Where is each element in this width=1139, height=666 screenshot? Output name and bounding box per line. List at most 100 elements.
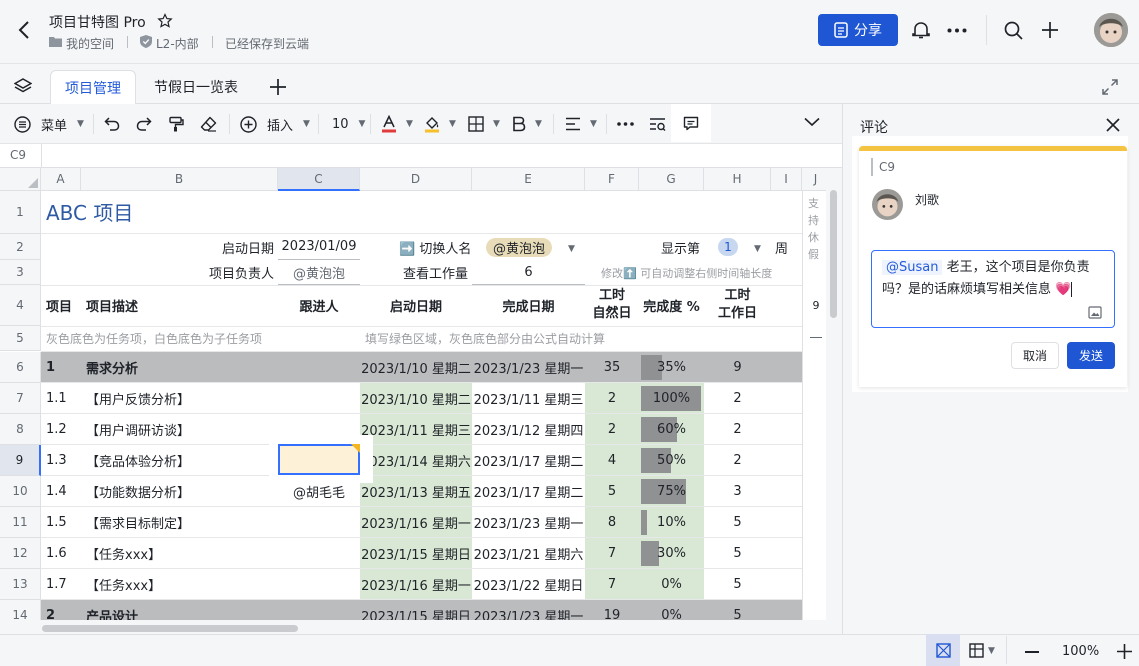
task-start-date[interactable]: 2023/1/15 星期日 xyxy=(360,538,472,569)
task-id[interactable]: 1.6 xyxy=(46,538,81,569)
formula-bar[interactable] xyxy=(0,144,842,168)
progress-label[interactable]: 50% xyxy=(639,445,704,476)
task-description[interactable]: 产品设计 xyxy=(86,600,276,620)
task-follower[interactable] xyxy=(278,569,360,600)
cell-reference[interactable]: C9 xyxy=(10,148,26,162)
progress-label[interactable]: 30% xyxy=(639,538,704,569)
task-description[interactable]: 需求分析 xyxy=(86,352,276,383)
menu-button[interactable]: 菜单 ▼ xyxy=(14,108,84,140)
task-start-date[interactable]: 2023/1/11 星期三 xyxy=(360,414,472,445)
task-start-date[interactable]: 2023/1/10 星期二 xyxy=(360,352,472,383)
select-all-corner[interactable] xyxy=(0,168,41,191)
task-follower[interactable] xyxy=(278,352,360,383)
progress-label[interactable]: 0% xyxy=(639,600,704,620)
horizontal-scrollbar[interactable] xyxy=(42,625,298,632)
progress-label[interactable]: 0% xyxy=(639,569,704,600)
row-header-11[interactable]: 11 xyxy=(0,507,41,538)
progress-label[interactable]: 35% xyxy=(639,352,704,383)
undo-button[interactable] xyxy=(104,108,120,140)
column-header-h[interactable]: H xyxy=(704,168,771,191)
tab-holiday-list[interactable]: 节假日一览表 xyxy=(154,70,238,104)
back-arrow-icon[interactable] xyxy=(16,20,32,40)
column-header-b[interactable]: B xyxy=(81,168,278,191)
column-header-d[interactable]: D xyxy=(360,168,472,191)
task-start-date[interactable]: 2023/1/13 星期五 xyxy=(360,476,472,507)
clear-format-button[interactable] xyxy=(200,108,217,140)
align-button[interactable]: ▼ xyxy=(565,108,597,140)
task-id[interactable]: 1.7 xyxy=(46,569,81,600)
task-natural-days[interactable]: 2 xyxy=(585,383,639,414)
comment-mention[interactable]: @Susan xyxy=(882,260,943,275)
row-header-8[interactable]: 8 xyxy=(0,414,41,445)
row-header-7[interactable]: 7 xyxy=(0,383,41,414)
task-work-days[interactable]: 9 xyxy=(704,352,771,383)
task-end-date[interactable]: 2023/1/22 星期日 xyxy=(472,569,585,600)
column-header-c[interactable]: C xyxy=(278,168,360,191)
task-id[interactable]: 1.3 xyxy=(46,445,81,476)
task-id[interactable]: 1.4 xyxy=(46,476,81,507)
task-end-date[interactable]: 2023/1/12 星期四 xyxy=(472,414,585,445)
freeze-view-button[interactable]: ▼ xyxy=(969,643,995,658)
task-natural-days[interactable]: 35 xyxy=(585,352,639,383)
tab-project-management[interactable]: 项目管理 xyxy=(50,70,136,104)
task-follower[interactable] xyxy=(278,600,360,620)
task-start-date[interactable]: 2023/1/15 星期日 xyxy=(360,600,472,620)
column-header-a[interactable]: A xyxy=(41,168,81,191)
collapse-toolbar-icon[interactable] xyxy=(804,117,820,127)
task-description[interactable]: 【任务xxx】 xyxy=(86,538,276,569)
vertical-scrollbar[interactable] xyxy=(830,190,837,318)
row-header-6[interactable]: 6 xyxy=(0,352,41,383)
task-end-date[interactable]: 2023/1/11 星期三 xyxy=(472,383,585,414)
fill-color-button[interactable]: ▼ xyxy=(424,108,456,140)
task-start-date[interactable]: 2023/1/16 星期一 xyxy=(360,569,472,600)
redo-button[interactable] xyxy=(136,108,152,140)
column-header-i[interactable]: I xyxy=(771,168,802,191)
zoom-in-icon[interactable] xyxy=(1117,644,1132,659)
task-id[interactable]: 1.5 xyxy=(46,507,81,538)
task-start-date[interactable]: 2023/1/14 星期六 xyxy=(360,445,472,476)
share-button[interactable]: 分享 xyxy=(818,14,898,46)
row-header-2[interactable]: 2 xyxy=(0,234,41,260)
task-follower[interactable] xyxy=(278,507,360,538)
progress-label[interactable]: 100% xyxy=(639,383,704,414)
comment-author-avatar[interactable] xyxy=(872,189,903,220)
font-size-select[interactable]: 10 ▼ xyxy=(332,108,365,140)
task-natural-days[interactable]: 2 xyxy=(585,414,639,445)
task-work-days[interactable]: 5 xyxy=(704,538,771,569)
selected-cell-c9[interactable] xyxy=(278,444,360,475)
row-header-1[interactable]: 1 xyxy=(0,191,41,234)
task-natural-days[interactable]: 5 xyxy=(585,476,639,507)
comment-input[interactable]: @Susan 老王，这个项目是你负责吗？是的话麻烦填写相关信息 💗 xyxy=(871,250,1115,328)
column-header-g[interactable]: G xyxy=(639,168,704,191)
progress-label[interactable]: 60% xyxy=(639,414,704,445)
progress-label[interactable]: 75% xyxy=(639,476,704,507)
task-work-days[interactable]: 5 xyxy=(704,507,771,538)
task-end-date[interactable]: 2023/1/17 星期二 xyxy=(472,476,585,507)
border-button[interactable]: ▼ xyxy=(468,108,500,140)
task-end-date[interactable]: 2023/1/17 星期二 xyxy=(472,445,585,476)
bell-icon[interactable] xyxy=(911,20,931,40)
switch-name-value[interactable]: @黄泡泡 xyxy=(486,238,552,257)
column-header-f[interactable]: F xyxy=(585,168,639,191)
send-button[interactable]: 发送 xyxy=(1067,342,1115,369)
task-description[interactable]: 【用户调研访谈】 xyxy=(86,414,276,445)
task-description[interactable]: 【用户反馈分析】 xyxy=(86,383,276,414)
progress-label[interactable]: 10% xyxy=(639,507,704,538)
layers-icon[interactable] xyxy=(14,77,32,95)
row-header-12[interactable]: 12 xyxy=(0,538,41,569)
task-end-date[interactable]: 2023/1/23 星期一 xyxy=(472,352,585,383)
row-header-13[interactable]: 13 xyxy=(0,569,41,600)
row-header-9[interactable]: 9 xyxy=(0,445,41,476)
row-header-10[interactable]: 10 xyxy=(0,476,41,507)
spreadsheet-grid[interactable]: A B C D E F G H I J 1 2 3 4 5 6 7 8 9 10 11 12… xyxy=(0,168,826,620)
close-icon[interactable] xyxy=(1106,118,1120,132)
display-week-value[interactable]: 1 xyxy=(718,238,738,256)
view-workload-value[interactable]: 6 xyxy=(472,260,585,285)
breadcrumb-classification[interactable]: L2-内部 xyxy=(156,35,199,52)
comment-button[interactable] xyxy=(671,104,711,142)
task-id[interactable]: 1.1 xyxy=(46,383,81,414)
task-id[interactable]: 1.2 xyxy=(46,414,81,445)
task-work-days[interactable]: 5 xyxy=(704,569,771,600)
task-work-days[interactable]: 5 xyxy=(704,600,771,620)
task-description[interactable]: 【功能数据分析】 xyxy=(86,476,276,507)
